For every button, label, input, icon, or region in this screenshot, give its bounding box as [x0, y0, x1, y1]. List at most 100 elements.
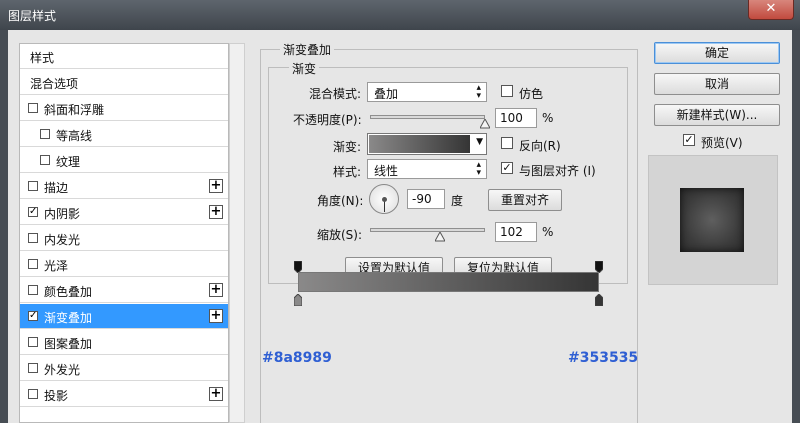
style-value: 线性 — [374, 164, 399, 178]
blend-mode-label: 混合模式: — [309, 87, 362, 101]
style-preview — [648, 155, 778, 285]
style-enable-checkbox[interactable] — [28, 363, 38, 373]
preview-checkbox[interactable]: ✓ — [683, 134, 695, 146]
style-list-item-label: 内阴影 — [44, 207, 81, 221]
add-style-plus-icon[interactable]: + — [209, 309, 223, 323]
scale-unit: % — [542, 225, 554, 239]
close-icon: ✕ — [765, 1, 777, 16]
align-with-layer-label: 与图层对齐 (I) — [519, 164, 596, 178]
style-enable-checkbox[interactable]: ✓ — [28, 311, 38, 321]
style-enable-checkbox[interactable]: ✓ — [28, 207, 38, 217]
angle-center-icon — [382, 197, 387, 202]
add-style-plus-icon[interactable]: + — [209, 283, 223, 297]
gradient-color-stop-left[interactable] — [293, 293, 303, 307]
gradient-end-color-label: #353535 — [568, 350, 639, 366]
style-list-item-label: 渐变叠加 — [44, 311, 93, 325]
gradient-swatch[interactable] — [369, 135, 470, 153]
style-list-item[interactable]: 斜面和浮雕 — [20, 96, 228, 121]
gradient-subgroup-title: 渐变 — [289, 60, 320, 77]
ok-button[interactable]: 确定 — [654, 42, 780, 64]
style-list-item[interactable]: 内发光 — [20, 226, 228, 251]
angle-unit: 度 — [451, 194, 464, 208]
title-bar: 图层样式 ✕ — [0, 0, 800, 30]
style-list-item[interactable]: 投影 + — [20, 382, 228, 407]
select-arrows-icon: ▴ ▾ — [476, 160, 481, 178]
gradient-label: 渐变: — [333, 140, 362, 154]
style-list-item-label: 混合选项 — [30, 77, 79, 91]
blend-mode-value: 叠加 — [374, 87, 399, 101]
reverse-checkbox[interactable] — [501, 137, 513, 149]
style-list-item[interactable]: 外发光 — [20, 356, 228, 381]
preview-label: 预览(V) — [701, 136, 743, 150]
style-label: 样式: — [333, 165, 362, 179]
gradient-dropdown-icon[interactable]: ▼ — [476, 137, 483, 147]
window-frame-right — [792, 30, 800, 423]
style-list-item[interactable]: ✓ 内阴影 + — [20, 200, 228, 225]
gradient-preview-bar[interactable] — [298, 272, 599, 292]
style-list-item[interactable]: 图案叠加 — [20, 330, 228, 355]
style-enable-checkbox[interactable] — [28, 181, 38, 191]
style-list-item-label: 等高线 — [56, 129, 93, 143]
gradient-picker[interactable]: ▼ — [367, 133, 487, 155]
style-list-item[interactable]: 颜色叠加 + — [20, 278, 228, 303]
close-button[interactable]: ✕ — [748, 0, 794, 20]
style-list-item[interactable]: 纹理 — [20, 148, 228, 173]
style-list-item-label: 颜色叠加 — [44, 285, 93, 299]
style-select[interactable]: 线性 ▴ ▾ — [367, 159, 487, 179]
style-list-item-label: 外发光 — [44, 363, 81, 377]
add-style-plus-icon[interactable]: + — [209, 205, 223, 219]
styles-list: 样式混合选项斜面和浮雕等高线纹理描边 + ✓ 内阴影 + 内发光光泽颜色叠加 + ✓ 渐变叠加 +… — [19, 43, 229, 423]
new-style-button[interactable]: 新建样式(W)... — [654, 104, 780, 126]
angle-field[interactable]: -90 — [407, 189, 445, 209]
style-enable-checkbox[interactable] — [40, 155, 50, 165]
scale-field[interactable]: 102 — [495, 222, 537, 242]
style-list-item[interactable]: 等高线 — [20, 122, 228, 147]
dither-label: 仿色 — [519, 87, 544, 101]
styles-list-scrollbar[interactable] — [229, 43, 245, 423]
style-enable-checkbox[interactable] — [28, 259, 38, 269]
select-arrows-icon: ▴ ▾ — [476, 83, 481, 101]
reverse-label: 反向(R) — [519, 139, 561, 153]
style-list-item-label: 内发光 — [44, 233, 81, 247]
opacity-label: 不透明度(P): — [293, 113, 362, 127]
align-with-layer-checkbox[interactable]: ✓ — [501, 162, 513, 174]
style-list-item[interactable]: 样式 — [20, 44, 228, 69]
opacity-unit: % — [542, 111, 554, 125]
dither-checkbox[interactable] — [501, 85, 513, 97]
cancel-button[interactable]: 取消 — [654, 73, 780, 95]
preview-swatch — [680, 188, 744, 252]
gradient-color-stop-right[interactable] — [594, 293, 604, 307]
gradient-start-color-label: #8a8989 — [262, 350, 332, 366]
gradient-overlay-title: 渐变叠加 — [280, 41, 335, 58]
scale-slider-thumb[interactable] — [434, 230, 447, 242]
angle-label: 角度(N): — [317, 194, 364, 208]
add-style-plus-icon[interactable]: + — [209, 387, 223, 401]
style-enable-checkbox[interactable] — [28, 233, 38, 243]
scale-label: 缩放(S): — [317, 228, 363, 242]
style-list-item-label: 纹理 — [56, 155, 81, 169]
opacity-slider-track[interactable] — [370, 115, 485, 119]
reset-alignment-button[interactable]: 重置对齐 — [488, 189, 562, 211]
style-list-item-label: 描边 — [44, 181, 69, 195]
opacity-slider-thumb[interactable] — [479, 117, 491, 129]
opacity-field[interactable]: 100 — [495, 108, 537, 128]
style-enable-checkbox[interactable] — [28, 103, 38, 113]
style-list-item-label: 斜面和浮雕 — [44, 103, 105, 117]
style-list-item[interactable]: 描边 + — [20, 174, 228, 199]
style-list-item-label: 样式 — [30, 51, 55, 65]
style-list-item-label: 投影 — [44, 389, 69, 403]
style-list-item[interactable]: 光泽 — [20, 252, 228, 277]
style-list-item[interactable]: 混合选项 — [20, 70, 228, 95]
style-enable-checkbox[interactable] — [28, 337, 38, 347]
style-enable-checkbox[interactable] — [28, 285, 38, 295]
style-list-item[interactable]: ✓ 渐变叠加 + — [20, 304, 228, 329]
blend-mode-select[interactable]: 叠加 ▴ ▾ — [367, 82, 487, 102]
layer-style-dialog: 样式 混合选项 斜面和浮雕 等高线 纹理 描边 + ✓ 内阴影 + 内发光 光泽 颜色叠加 + ✓ 渐变叠加 +… — [8, 30, 792, 423]
scale-slider-track[interactable] — [370, 228, 485, 232]
style-enable-checkbox[interactable] — [28, 389, 38, 399]
window-title: 图层样式 — [8, 9, 57, 23]
angle-dial[interactable] — [369, 184, 399, 214]
add-style-plus-icon[interactable]: + — [209, 179, 223, 193]
style-list-item-label: 图案叠加 — [44, 337, 93, 351]
style-enable-checkbox[interactable] — [40, 129, 50, 139]
